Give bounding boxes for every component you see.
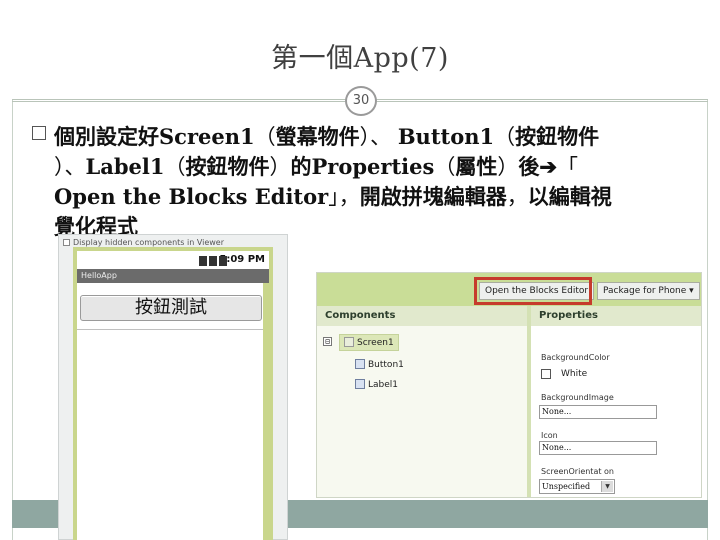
text-segment: 按鈕物件: [515, 124, 600, 149]
properties-header: Properties: [531, 306, 701, 326]
square-bullet-icon: [32, 126, 46, 140]
tree-item-screen1[interactable]: Screen1: [339, 334, 399, 351]
phone-viewer: Display hidden components in Viewer 5:09…: [58, 234, 288, 540]
bullet-line-2: ）、Label1（按鈕物件）的Properties（屬性）後➔「: [54, 152, 694, 182]
bullet-line-3: Open the Blocks Editor」，開啟拼塊編輯器，以編輯視: [54, 182, 694, 212]
phone-device: 5:09 PM HelloApp 按鈕測試: [73, 247, 273, 540]
text-segment: （: [164, 155, 186, 179]
text-segment: Label1: [85, 154, 165, 179]
tree-item-label: Button1: [368, 360, 404, 370]
button-component-icon: [355, 359, 365, 369]
tree-item-label: Label1: [368, 380, 399, 390]
display-hidden-label: Display hidden components in Viewer: [73, 238, 225, 247]
background-image-label: BackgroundImage: [541, 393, 614, 402]
background-color-label: BackgroundColor: [541, 353, 610, 362]
icon-field[interactable]: None...: [539, 441, 657, 455]
package-for-phone-button[interactable]: Package for Phone ▾: [597, 282, 700, 300]
test-button[interactable]: 按鈕測試: [80, 295, 262, 321]
bullet-text: 個別設定好Screen1（螢幕物件）、 Button1（按鈕物件 ）、Label…: [54, 122, 694, 241]
text-segment: 螢幕物件: [275, 124, 360, 149]
signal-battery-icon: [189, 255, 229, 266]
tree-item-label: Screen1: [357, 338, 394, 348]
components-tree: [317, 326, 527, 497]
designer-panel: Open the Blocks Editor Package for Phone…: [316, 272, 702, 498]
text-segment: 後: [518, 154, 540, 179]
text-segment: 屬性: [455, 154, 498, 179]
title-rule-left: [12, 101, 345, 102]
text-segment: 以編輯視: [527, 184, 612, 209]
text-segment: Button1: [397, 124, 495, 149]
tree-item-button1[interactable]: Button1: [355, 359, 404, 370]
app-title-bar: HelloApp: [77, 269, 269, 283]
collapse-icon[interactable]: ⊟: [323, 337, 332, 346]
screen-icon: [344, 337, 354, 347]
page-number: 30: [345, 86, 377, 116]
text-segment: 個別設定好Screen1: [54, 124, 255, 149]
background-color-value: White: [561, 369, 588, 379]
highlight-box: [474, 277, 592, 305]
text-segment: 」，: [328, 185, 360, 209]
text-segment: （: [434, 155, 456, 179]
text-segment: ）、: [54, 155, 86, 179]
background-color-swatch[interactable]: [541, 369, 551, 379]
text-segment: 開啟拼塊編輯器: [359, 184, 507, 209]
label-component-icon: [355, 379, 365, 389]
text-segment: （: [494, 125, 516, 149]
label-placeholder: [77, 329, 263, 330]
text-segment: 按鈕物件: [185, 154, 270, 179]
status-bar: 5:09 PM: [77, 251, 269, 269]
screen-orientation-label: ScreenOrientat on: [541, 467, 614, 476]
slide-title: 第一個App(7): [271, 43, 449, 74]
text-segment: 的Properties: [290, 154, 435, 179]
title-rule-right: [377, 101, 708, 102]
text-segment: 「: [556, 155, 578, 179]
screen-orientation-value: Unspecified: [542, 482, 591, 491]
panel-divider: [527, 306, 531, 497]
background-image-field[interactable]: None...: [539, 405, 657, 419]
text-segment: （: [254, 125, 276, 149]
components-header: Components: [317, 306, 527, 326]
dropdown-arrow-icon: ▼: [601, 481, 613, 492]
phone-screen: 按鈕測試: [77, 283, 263, 540]
tree-item-label1[interactable]: Label1: [355, 379, 398, 390]
display-hidden-checkbox[interactable]: [63, 239, 70, 246]
icon-label: Icon: [541, 431, 558, 440]
text-segment: ，: [506, 185, 528, 209]
display-hidden-option[interactable]: Display hidden components in Viewer: [63, 238, 224, 247]
text-segment: Open the Blocks Editor: [54, 184, 329, 209]
right-arrow-icon: ➔: [539, 154, 557, 179]
text-segment: ）: [497, 155, 519, 179]
text-segment: ）: [269, 155, 291, 179]
screen-orientation-select[interactable]: Unspecified ▼: [539, 479, 615, 494]
bullet-line-1: 個別設定好Screen1（螢幕物件）、 Button1（按鈕物件: [54, 122, 694, 152]
text-segment: ）、: [359, 125, 398, 149]
